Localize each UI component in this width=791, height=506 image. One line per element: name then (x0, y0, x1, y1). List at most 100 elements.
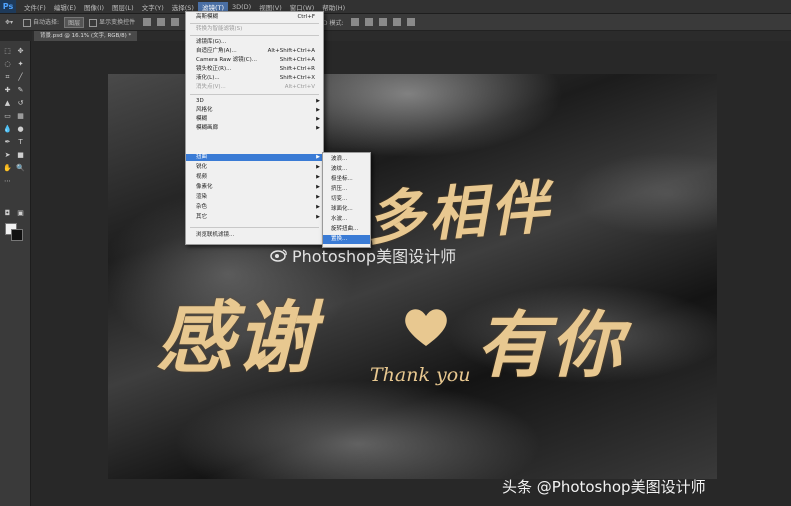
menu-item-distort[interactable]: 扭曲 ▶ (186, 154, 323, 161)
drag-3d-icon[interactable] (379, 18, 388, 26)
menu-item-adaptive-wide-angle[interactable]: 自适应广角(A)... Alt+Shift+Ctrl+A (186, 48, 323, 55)
submenu-arrow-icon: ▶ (316, 194, 320, 200)
submenu-arrow-icon: ▶ (316, 174, 320, 180)
blur-tool-icon[interactable]: 💧 (3, 125, 12, 133)
submenu-item-shear[interactable]: 切变... (323, 195, 370, 204)
menu-item-liquify[interactable]: 液化(L)... Shift+Ctrl+X (186, 75, 323, 82)
menu-3d[interactable]: 3D(D) (228, 3, 255, 11)
menu-edit[interactable]: 编辑(E) (50, 2, 80, 12)
submenu-arrow-icon: ▶ (316, 116, 320, 122)
submenu-item-label: 置换... (331, 236, 348, 242)
menu-item-sharpen[interactable]: 锐化 ▶ (186, 164, 323, 171)
type-tool-icon[interactable]: T (16, 138, 25, 146)
menu-separator (190, 23, 319, 24)
menu-item-shortcut: Shift+Ctrl+X (279, 75, 315, 81)
magic-wand-tool-icon[interactable]: ✦ (16, 60, 25, 68)
dodge-tool-icon[interactable]: ● (16, 125, 25, 133)
menu-item-stylize[interactable]: 风格化 ▶ (186, 107, 323, 114)
align-top-icon[interactable] (143, 18, 152, 26)
brush-tool-icon[interactable]: ✎ (16, 86, 25, 94)
submenu-item-wave[interactable]: 波浪... (323, 155, 370, 164)
hand-tool-icon[interactable]: ✋ (3, 164, 12, 172)
align-middle-icon[interactable] (157, 18, 166, 26)
submenu-arrow-icon: ▶ (316, 164, 320, 170)
menu-filter[interactable]: 滤镜(T) (197, 1, 228, 12)
auto-select-checkbox[interactable] (23, 18, 32, 27)
submenu-item-polar-coordinates[interactable]: 极坐标... (323, 175, 370, 184)
slide-3d-icon[interactable] (393, 18, 402, 26)
show-transform-label: 显示变换控件 (99, 19, 136, 27)
photoshop-logo: Ps (0, 0, 16, 13)
document-tab[interactable]: 背景.psd @ 16.1% (文字, RGB/8) * (34, 31, 138, 41)
menu-item-3d[interactable]: 3D ▶ (186, 98, 323, 105)
eyedropper-tool-icon[interactable]: ╱ (16, 73, 25, 81)
lasso-tool-icon[interactable]: ◌ (3, 60, 12, 68)
menu-window[interactable]: 窗口(W) (286, 2, 319, 12)
menu-item-noise[interactable]: 杂色 ▶ (186, 204, 323, 211)
menu-item-blur-gallery[interactable]: 模糊画廊 ▶ (186, 125, 323, 132)
submenu-item-ripple[interactable]: 波纹... (323, 165, 370, 174)
pen-tool-icon[interactable]: ✒ (3, 138, 12, 146)
submenu-item-pinch[interactable]: 挤压... (323, 185, 370, 194)
background-color-swatch[interactable] (11, 229, 23, 241)
move-tool-icon[interactable]: ✥ (16, 47, 25, 55)
bottom-watermark: 头条 @Photoshop美图设计师 (502, 478, 706, 496)
weibo-icon (270, 249, 287, 262)
menu-view[interactable]: 视图(V) (255, 2, 286, 12)
zoom-tool-icon[interactable]: 🔍 (16, 164, 25, 172)
document-tab-bar (32, 31, 791, 41)
menu-item-gaussian-blur[interactable]: 高斯模糊 Ctrl+F (186, 14, 323, 21)
auto-select-dropdown[interactable]: 图层 (64, 16, 85, 28)
menu-item-label: 像素化 (196, 184, 213, 190)
menu-item-render[interactable]: 渲染 ▶ (186, 194, 323, 201)
quick-mask-icon[interactable]: ◘ (3, 209, 12, 217)
menu-item-label: 消失点(V)... (196, 84, 226, 90)
roll-3d-icon[interactable] (365, 18, 374, 26)
history-brush-tool-icon[interactable]: ↺ (16, 99, 25, 107)
scale-3d-icon[interactable] (407, 18, 416, 26)
menu-help[interactable]: 帮助(H) (318, 2, 349, 12)
crop-tool-icon[interactable]: ⌗ (3, 73, 12, 81)
menu-item-vanishing-point[interactable]: 消失点(V)... Alt+Ctrl+V (186, 84, 323, 91)
menu-item-other[interactable]: 其它 ▶ (186, 214, 323, 221)
submenu-arrow-icon: ▶ (316, 214, 320, 220)
menu-item-label: 模糊画廊 (196, 125, 219, 131)
menu-item-lens-correction[interactable]: 镜头校正(R)... Shift+Ctrl+R (186, 66, 323, 73)
menu-image[interactable]: 图像(I) (80, 2, 108, 12)
menu-item-label: 模糊 (196, 116, 208, 122)
rotate-3d-icon[interactable] (351, 18, 360, 26)
submenu-item-label: 球面化... (331, 206, 353, 212)
submenu-item-zigzag[interactable]: 水波... (323, 215, 370, 224)
menu-file[interactable]: 文件(F) (20, 2, 50, 12)
marquee-tool-icon[interactable]: ⬚ (3, 47, 12, 55)
move-tool-icon[interactable]: ✥▾ (0, 19, 18, 26)
menu-select[interactable]: 选择(S) (168, 2, 198, 12)
screen-mode-icon[interactable]: ▣ (16, 209, 25, 217)
show-transform-checkbox[interactable] (89, 18, 98, 27)
rectangle-tool-icon[interactable]: ■ (16, 151, 25, 159)
menu-item-blur[interactable]: 模糊 ▶ (186, 116, 323, 123)
eraser-tool-icon[interactable]: ▭ (3, 112, 12, 120)
thank-you-text: Thank you (370, 364, 471, 386)
healing-brush-tool-icon[interactable]: ✚ (3, 86, 12, 94)
menu-type[interactable]: 文字(Y) (138, 2, 168, 12)
submenu-item-spherize[interactable]: 球面化... (323, 205, 370, 214)
menu-separator (190, 35, 319, 36)
submenu-item-displace[interactable]: 置换... (323, 235, 370, 244)
toolbox: ⬚ ✥ ◌ ✦ ⌗ ╱ ✚ ✎ ▲ ↺ ▭ ▦ 💧 ● ✒ T ➤ ■ ✋ 🔍 … (0, 41, 31, 506)
align-bottom-icon[interactable] (171, 18, 180, 26)
submenu-item-twirl[interactable]: 旋转扭曲... (323, 225, 370, 234)
menu-layer[interactable]: 图层(L) (108, 2, 138, 12)
menu-item-browse-online-filters[interactable]: 浏览联机滤镜... (186, 232, 323, 239)
path-selection-tool-icon[interactable]: ➤ (3, 151, 12, 159)
menu-item-camera-raw[interactable]: Camera Raw 滤镜(C)... Shift+Ctrl+A (186, 57, 323, 64)
calligraphy-line1: 多相伴 (364, 172, 555, 254)
menu-item-video[interactable]: 视频 ▶ (186, 174, 323, 181)
menu-item-convert-smart-filter[interactable]: 转换为智能滤镜(S) (186, 26, 323, 33)
menu-item-label: 杂色 (196, 204, 208, 210)
gradient-tool-icon[interactable]: ▦ (16, 112, 25, 120)
more-tools-icon[interactable]: ⋯ (3, 177, 12, 185)
menu-item-pixelate[interactable]: 像素化 ▶ (186, 184, 323, 191)
clone-stamp-tool-icon[interactable]: ▲ (3, 99, 12, 107)
menu-item-filter-gallery[interactable]: 滤镜库(G)... (186, 39, 323, 46)
